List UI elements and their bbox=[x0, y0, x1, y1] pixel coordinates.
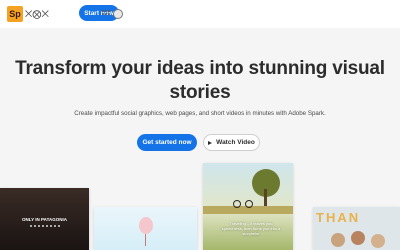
watch-video-label: Watch Video bbox=[216, 139, 255, 146]
balloon-string bbox=[145, 234, 146, 246]
tree-trunk bbox=[264, 189, 267, 207]
bike-quote: Traveling – it leaves you speechless, th… bbox=[221, 221, 281, 236]
gallery-card-patagonia[interactable]: ONLY IN PATAGONIA bbox=[0, 188, 89, 250]
gallery-card-thanks[interactable]: THAN bbox=[313, 207, 400, 250]
get-started-button[interactable]: Get started now bbox=[137, 134, 197, 151]
hero-subtext: Create impactful social graphics, web pa… bbox=[74, 110, 326, 117]
thanks-banner-text: THAN bbox=[316, 210, 361, 225]
account-icon[interactable] bbox=[113, 9, 123, 19]
top-nav: Sp ⨉⨂⨉ Start now bbox=[0, 0, 400, 28]
child-figure bbox=[371, 234, 385, 248]
watch-video-button[interactable]: Watch Video bbox=[203, 134, 260, 151]
play-icon bbox=[208, 140, 213, 145]
apps-icon[interactable] bbox=[102, 10, 110, 17]
adobe-spark-logo[interactable]: Sp bbox=[7, 6, 23, 22]
brand-text: ⨉⨂⨉ bbox=[25, 9, 50, 19]
patagonia-caption: ONLY IN PATAGONIA bbox=[21, 217, 67, 222]
hero-headline: Transform your ideas into stunning visua… bbox=[15, 58, 385, 103]
child-figure bbox=[331, 233, 345, 247]
decorative-divider bbox=[30, 225, 60, 227]
gallery-card-bike[interactable]: Traveling – it leaves you speechless, th… bbox=[203, 163, 293, 250]
gallery-card-balloon[interactable] bbox=[94, 207, 197, 250]
balloon-icon bbox=[139, 217, 153, 234]
child-figure bbox=[351, 231, 365, 245]
bike-wheel-front bbox=[245, 200, 253, 208]
bike-wheel-rear bbox=[233, 200, 241, 208]
